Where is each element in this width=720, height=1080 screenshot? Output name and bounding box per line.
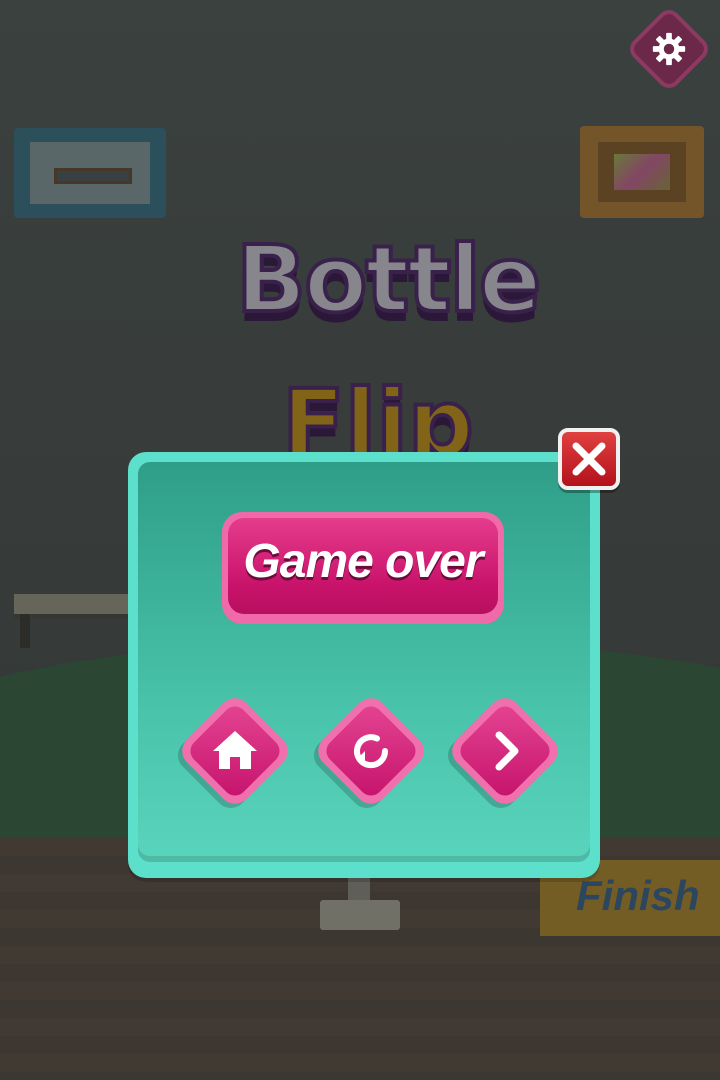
game-over-banner: Game over [222,512,504,624]
gear-icon [652,32,686,66]
next-button[interactable] [444,690,566,812]
chevron-right-icon [495,731,519,771]
home-icon [213,731,257,769]
close-x-icon [572,442,606,476]
close-button[interactable] [558,428,620,490]
retry-button[interactable] [310,690,432,812]
game-over-title: Game over [243,535,483,588]
home-button[interactable] [174,690,296,812]
restart-icon [354,734,389,769]
